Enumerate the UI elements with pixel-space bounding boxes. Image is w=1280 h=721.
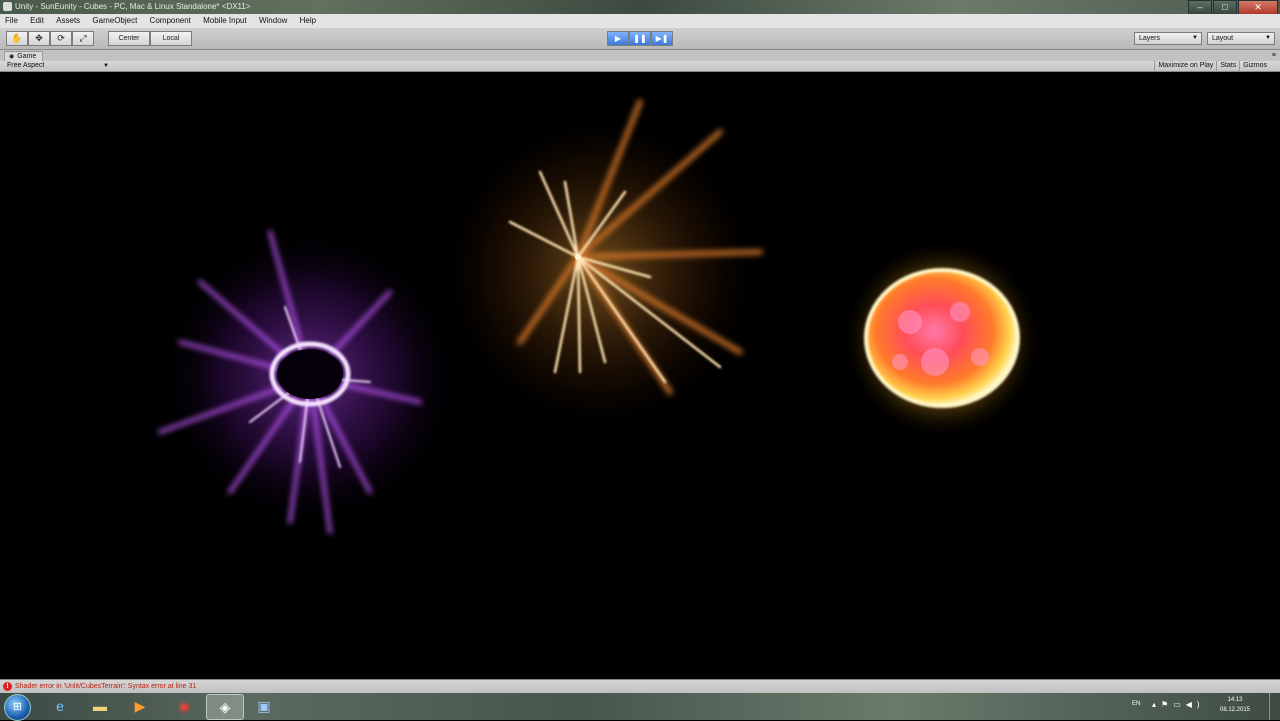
console-error-message: Shader error in 'Unlit/CubesTerrain': Sy… [15,683,197,690]
unity-app-icon [3,2,12,11]
menu-help[interactable]: Help [295,14,321,28]
sun-sphere-effect [842,239,1042,439]
close-button[interactable]: ✕ [1238,0,1278,15]
clock-time[interactable]: 14:13 [1218,697,1252,703]
menu-window[interactable]: Window [254,14,292,28]
window-titlebar: Unity - SunEunity - Cubes - PC, Mac & Li… [0,0,1280,15]
internet-explorer-icon[interactable]: e [42,694,78,718]
chevron-down-icon: ▼ [103,63,109,69]
windows-logo-icon: ⊞ [12,701,23,713]
tray-icons[interactable]: ▴⚑▭◀) [1152,700,1205,709]
maximize-on-play-button[interactable]: Maximize on Play [1154,61,1216,71]
transform-tools: ✋ ✥ ⟳ ⤢ [6,31,94,46]
language-indicator[interactable]: EN [1132,701,1140,707]
tab-game-label: Game [17,53,37,60]
start-button[interactable]: ⊞ [4,694,31,721]
aspect-label: Free Aspect [7,62,45,69]
layout-label: Layout [1212,35,1234,42]
monodevelop-icon[interactable]: ▣ [246,694,282,718]
game-view-toolbar: Free Aspect ▼ Maximize on Play Stats Giz… [0,61,1280,72]
minimize-button[interactable]: – [1188,0,1212,15]
menu-file[interactable]: File [0,14,23,28]
maximize-button[interactable]: □ [1213,0,1237,15]
layers-label: Layers [1139,35,1161,42]
file-explorer-icon[interactable]: ▬ [82,694,118,718]
menu-component[interactable]: Component [145,14,196,28]
purple-ring-effect [158,227,460,534]
chevron-down-icon: ▼ [1265,35,1271,41]
layout-dropdown[interactable]: Layout ▼ [1207,32,1275,45]
system-tray: EN ▴⚑▭◀) 14:13 08.12.2015 [1130,693,1280,720]
tab-bar: ◉ Game ≡ [0,50,1280,62]
clock-date[interactable]: 08.12.2015 [1218,707,1252,713]
menu-edit[interactable]: Edit [25,14,49,28]
menu-gameobject[interactable]: GameObject [87,14,142,28]
gizmos-button[interactable]: Gizmos [1239,61,1270,71]
main-toolbar: ✋ ✥ ⟳ ⤢ Center Local ▶ ❚❚ ▶❚ Layers ▼ La… [0,28,1280,50]
play-icon[interactable]: ▶ [607,31,629,46]
pivot-center-button[interactable]: Center [108,31,150,46]
menu-bar: File Edit Assets GameObject Component Mo… [0,14,1280,29]
game-view-buttons: Maximize on Play Stats Gizmos [1154,61,1270,71]
spark-burst-effect [440,99,763,432]
pivot-local-button[interactable]: Local [150,31,192,46]
window-controls: – □ ✕ [1187,0,1278,15]
media-player-icon[interactable]: ▶ [122,694,158,718]
step-icon[interactable]: ▶❚ [651,31,673,46]
pause-icon[interactable]: ❚❚ [629,31,651,46]
move-icon[interactable]: ✥ [28,31,50,46]
game-render [158,99,1042,534]
window-title: Unity - SunEunity - Cubes - PC, Mac & Li… [15,2,251,11]
rotate-icon[interactable]: ⟳ [50,31,72,46]
game-viewport[interactable] [0,72,1280,679]
layers-dropdown[interactable]: Layers ▼ [1134,32,1202,45]
unity-icon[interactable]: ◈ [206,694,244,720]
chevron-down-icon: ▼ [1192,35,1198,41]
menu-assets[interactable]: Assets [51,14,85,28]
pivot-toggles: Center Local [108,31,192,46]
hand-icon[interactable]: ✋ [6,31,28,46]
play-controls: ▶ ❚❚ ▶❚ [607,31,673,46]
menu-mobile-input[interactable]: Mobile Input [198,14,252,28]
tab-menu-icon[interactable]: ≡ [1272,50,1276,61]
scale-icon[interactable]: ⤢ [72,31,94,46]
error-icon: ! [3,682,12,691]
aspect-dropdown[interactable]: Free Aspect ▼ [4,61,111,71]
stats-button[interactable]: Stats [1216,61,1239,71]
status-bar[interactable]: ! Shader error in 'Unlit/CubesTerrain': … [0,679,1280,694]
windows-taskbar: ⊞ e ▬ ▶ ◉ ◈ ▣ EN ▴⚑▭◀) 14:13 08.12.2015 [0,693,1280,721]
chrome-icon[interactable]: ◉ [166,694,202,718]
game-icon: ◉ [9,54,15,60]
show-desktop-button[interactable] [1269,693,1280,720]
